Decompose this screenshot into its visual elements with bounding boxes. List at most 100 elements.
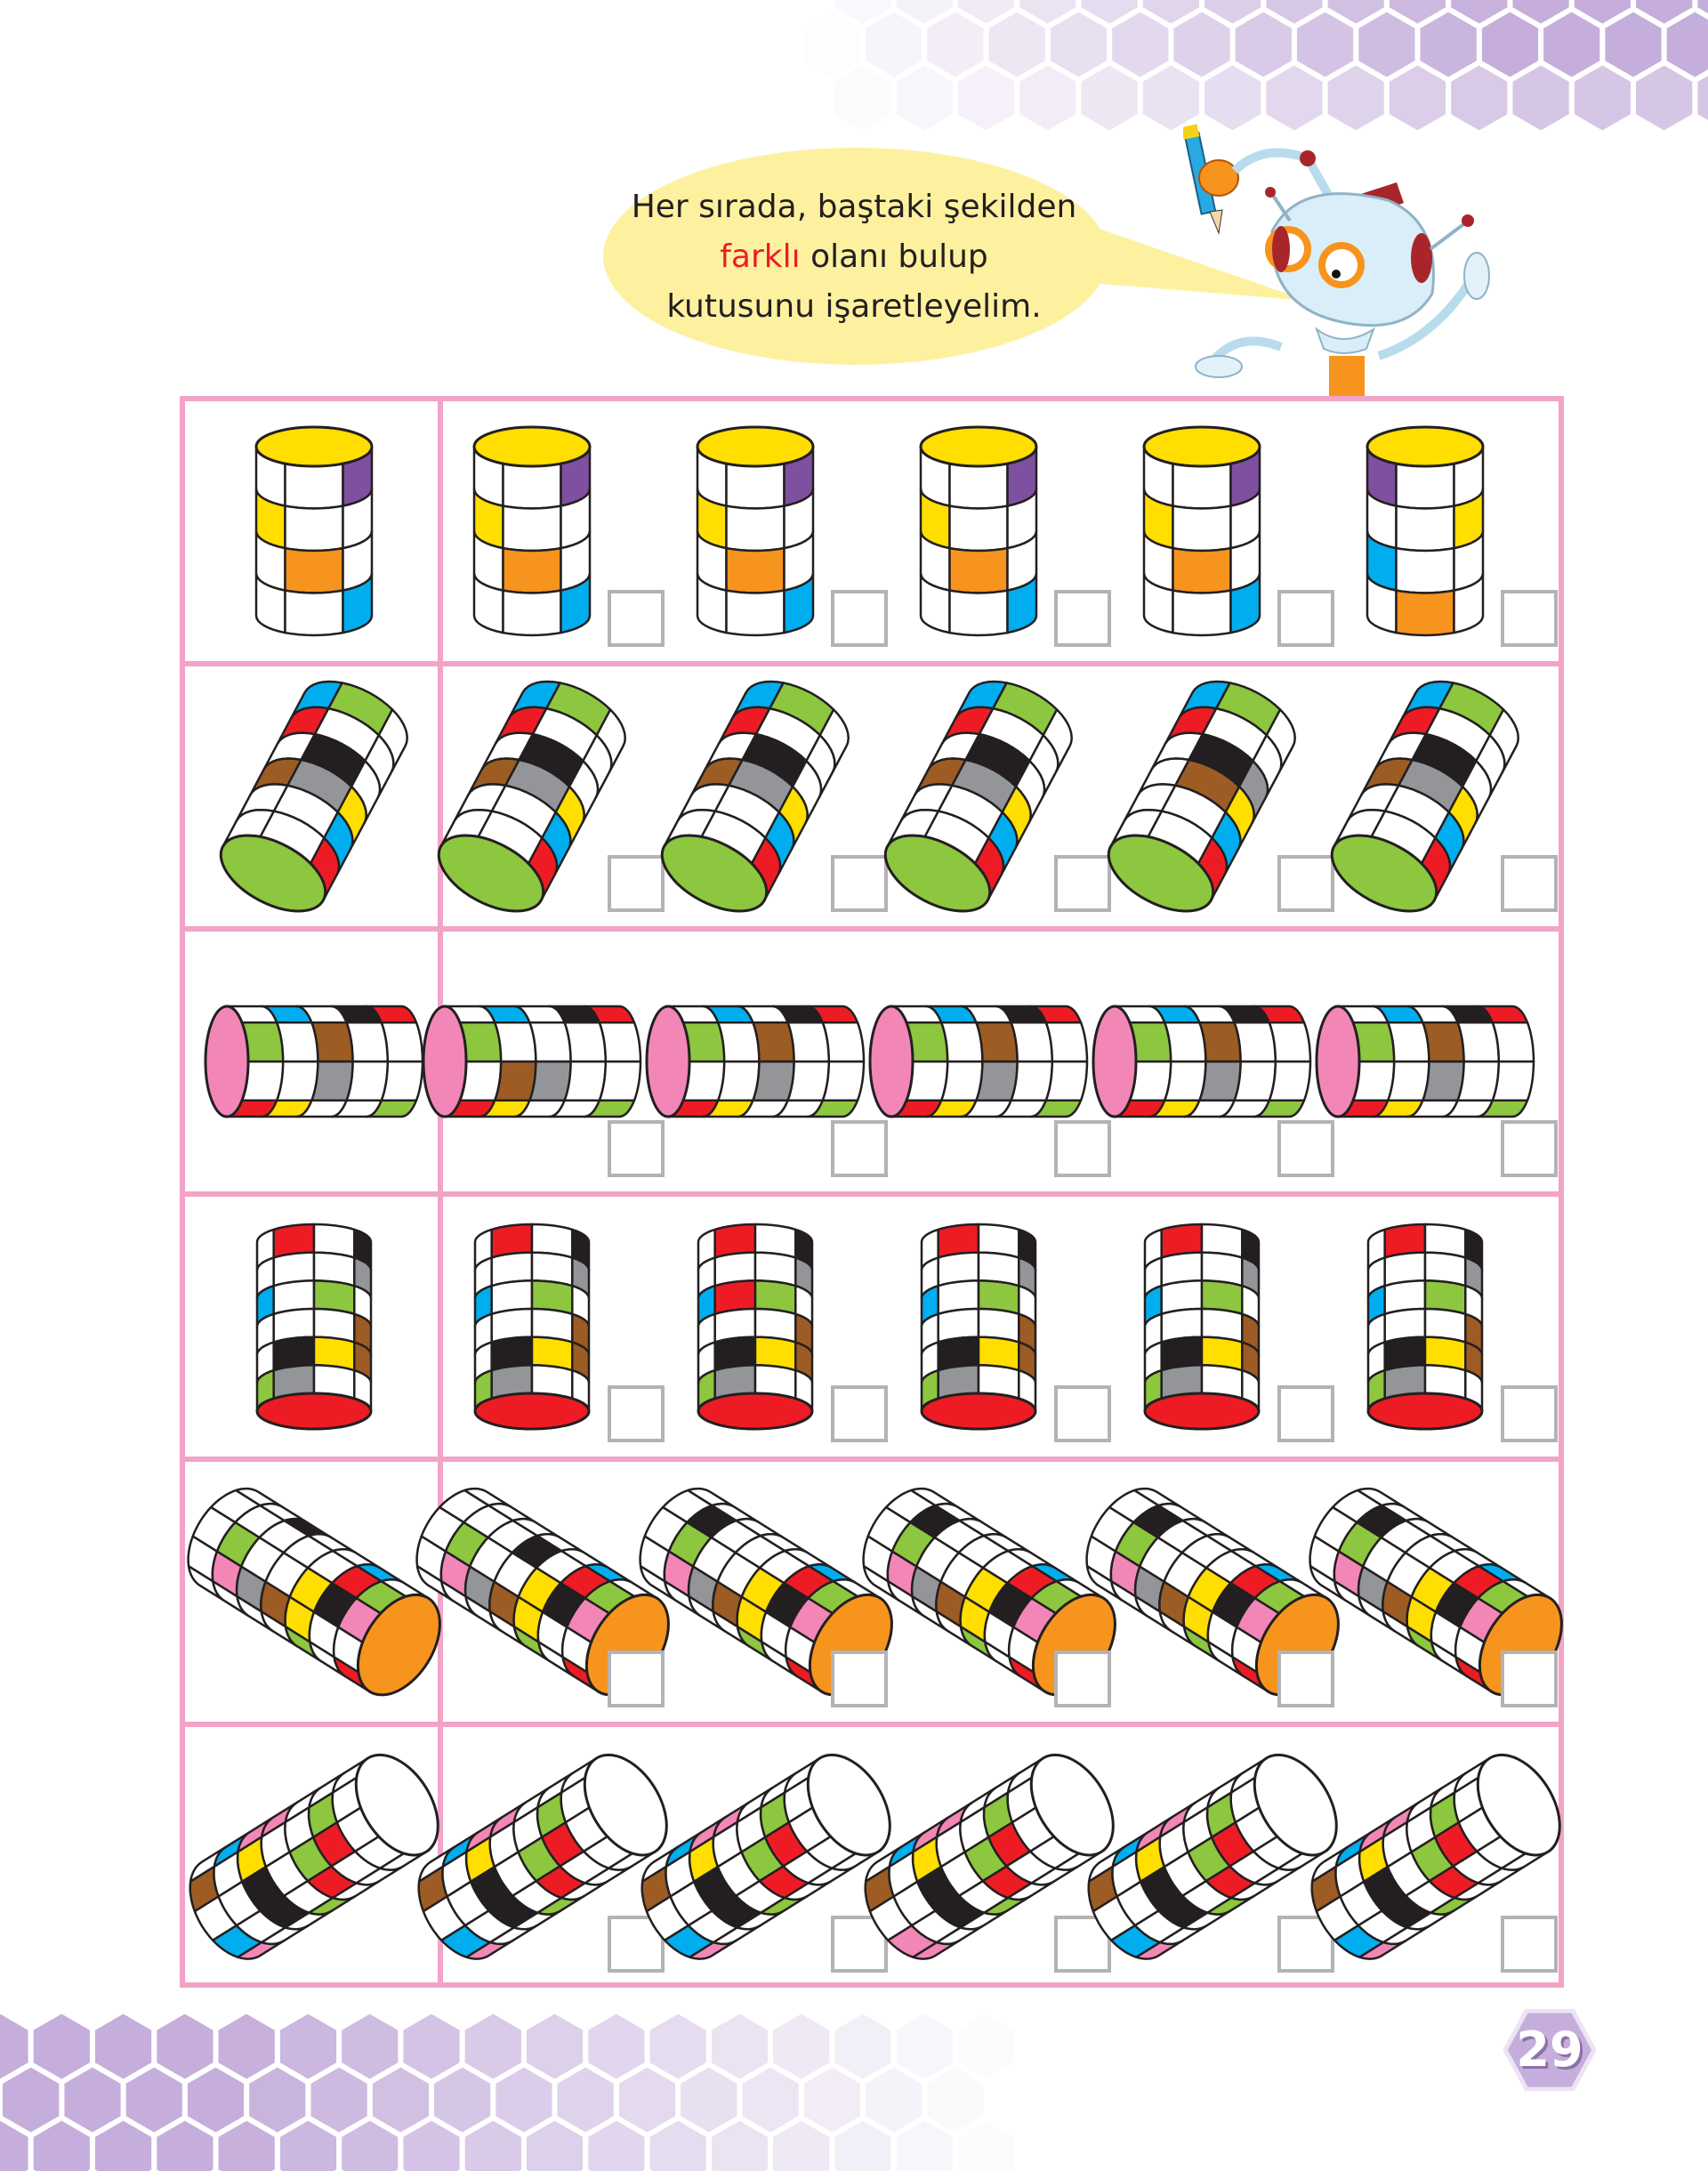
page-number: 29: [1516, 2022, 1583, 2078]
answer-checkbox[interactable]: [1501, 1385, 1558, 1442]
cylinder-cell: [1010, 1021, 1054, 1063]
answer-checkbox[interactable]: [1054, 1385, 1111, 1442]
cylinder: [187, 1487, 441, 1697]
cylinder-cell: [1268, 1021, 1312, 1063]
cylinder-cell: [493, 1060, 537, 1102]
answer-checkbox[interactable]: [1054, 590, 1111, 647]
exercise-row: [185, 1191, 1559, 1457]
option-item: [437, 666, 666, 926]
cylinder: [883, 680, 1073, 913]
answer-checkbox[interactable]: [1501, 590, 1558, 647]
answer-checkbox[interactable]: [1277, 1385, 1334, 1442]
answer-checkbox[interactable]: [608, 1650, 665, 1707]
cylinder-cell: [821, 1021, 866, 1063]
cylinder-cell: [502, 462, 562, 510]
answer-checkbox[interactable]: [1277, 590, 1334, 647]
option-item: [645, 932, 890, 1191]
answer-checkbox[interactable]: [831, 1650, 888, 1707]
option-item: [660, 666, 890, 926]
exercise-row: [185, 401, 1559, 661]
cylinder-cell: [1456, 1060, 1501, 1102]
cylinder-cap: [254, 425, 374, 468]
cylinder-cap: [697, 1392, 814, 1431]
instruction-line-2: farklı olanı bulup: [605, 232, 1103, 282]
cylinder: [204, 1005, 424, 1118]
answer-checkbox[interactable]: [1054, 855, 1111, 912]
cylinder-cell: [975, 1060, 1019, 1102]
cylinder-cell: [1395, 462, 1455, 510]
option-item: [666, 1197, 890, 1457]
cylinder-cell: [939, 1060, 984, 1102]
reference-shape-cell: [185, 1462, 443, 1722]
cylinder-cell: [563, 1060, 608, 1102]
cylinder-cell: [1163, 1060, 1207, 1102]
cylinder-cell: [1044, 1060, 1089, 1102]
answer-checkbox[interactable]: [1501, 1120, 1558, 1177]
cylinder-cell: [1198, 1060, 1242, 1102]
answer-checkbox[interactable]: [831, 1385, 888, 1442]
answer-checkbox[interactable]: [831, 855, 888, 912]
cylinder-cell: [1172, 589, 1232, 637]
cylinder-cell: [1386, 1060, 1430, 1102]
answer-checkbox[interactable]: [831, 1120, 888, 1177]
reference-shape-cell: [185, 401, 443, 661]
answer-checkbox[interactable]: [1501, 855, 1558, 912]
cylinder: [472, 425, 592, 637]
option-item: [640, 1727, 891, 1987]
cylinder-cell: [725, 462, 786, 510]
option-item: [1085, 1462, 1340, 1722]
option-item: [1107, 666, 1336, 926]
cylinder: [1366, 1223, 1484, 1431]
answer-checkbox[interactable]: [1277, 1650, 1334, 1707]
cylinder-cap: [696, 425, 815, 468]
option-item: [443, 401, 666, 661]
cylinder-cell: [1268, 1060, 1312, 1102]
answer-checkbox[interactable]: [608, 1120, 665, 1177]
background-hexagon: [644, 2007, 712, 2086]
answer-checkbox[interactable]: [1501, 1650, 1558, 1707]
answer-checkbox[interactable]: [608, 590, 665, 647]
background-hexagon: [336, 2007, 404, 2086]
cylinder-cap: [645, 1005, 691, 1118]
option-item: [666, 401, 890, 661]
exercise-row: [185, 661, 1559, 926]
cylinder-cap: [473, 1392, 591, 1431]
instruction-line-3: kutusunu işaretleyelim.: [666, 288, 1042, 325]
background-hexagon: [398, 2007, 465, 2086]
cylinder-cell: [1172, 546, 1232, 594]
cylinder: [219, 680, 408, 913]
cylinder-cell: [1395, 589, 1455, 637]
answer-checkbox[interactable]: [831, 590, 888, 647]
cylinder-cell: [1491, 1021, 1535, 1063]
cylinder-cell: [1395, 546, 1455, 594]
background-hexagon: [768, 2007, 835, 2086]
reference-shape-cell: [185, 1197, 443, 1457]
answer-checkbox[interactable]: [1501, 1916, 1558, 1973]
cylinder-cap: [920, 1392, 1037, 1431]
cylinder-cap: [472, 425, 592, 468]
answer-checkbox[interactable]: [1054, 1650, 1111, 1707]
answer-checkbox[interactable]: [1054, 1120, 1111, 1177]
cylinder-cell: [948, 589, 1009, 637]
answer-checkbox[interactable]: [1277, 1120, 1334, 1177]
option-item: [443, 1197, 666, 1457]
reference-cylinder: [255, 1223, 373, 1431]
cylinder-cap: [919, 425, 1038, 468]
answer-checkbox[interactable]: [608, 1385, 665, 1442]
option-item: [890, 401, 1113, 661]
cylinder: [697, 1223, 814, 1431]
option-item: [1309, 1462, 1563, 1722]
options-group: [443, 1197, 1559, 1457]
cylinder-cell: [1491, 1060, 1535, 1102]
cylinder-cell: [284, 462, 344, 510]
answer-checkbox[interactable]: [608, 855, 665, 912]
instruction-text: Her sırada, baştaki şekilden farklı olan…: [605, 182, 1103, 332]
cylinder-cell: [716, 1060, 761, 1102]
option-item: [868, 932, 1113, 1191]
instruction-line-1: Her sırada, baştaki şekilden: [631, 189, 1077, 225]
cylinder-cell: [284, 589, 344, 637]
answer-checkbox[interactable]: [1277, 855, 1334, 912]
cylinder-cell: [725, 546, 786, 594]
cylinder: [1330, 680, 1519, 913]
cylinder-cell: [786, 1060, 831, 1102]
